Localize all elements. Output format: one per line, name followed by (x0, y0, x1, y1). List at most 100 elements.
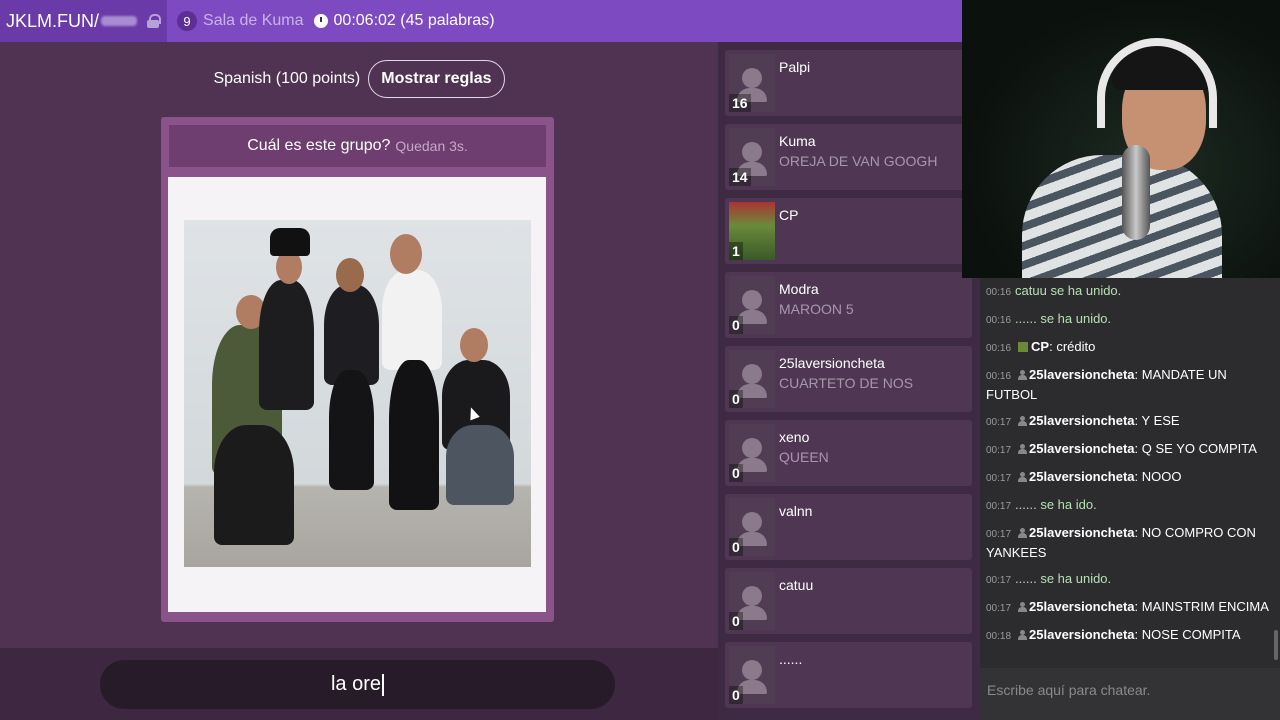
brand-link[interactable]: JKLM.FUN/ (0, 0, 168, 42)
chat-system-text: catuu se ha unido. (1015, 283, 1122, 298)
guess-input[interactable]: la ore (100, 660, 615, 709)
chat-message: 00:16 CP: crédito (986, 339, 1096, 354)
player-name: 25laversioncheta (779, 355, 885, 371)
chat-text: Q SE YO COMPITA (1141, 441, 1257, 456)
chat-message: 00:17 25laversioncheta: MAINSTRIM ENCIMA (986, 599, 1269, 614)
chat-scrollbar[interactable] (1274, 630, 1278, 660)
language-label: Spanish (100 points) (213, 70, 361, 87)
time-remaining: Quedan 3s. (395, 138, 468, 154)
chat-timestamp: 00:17 (986, 575, 1012, 586)
player-card[interactable]: 14 Kuma OREJA DE VAN GOOGH (725, 124, 972, 190)
chat-system-text: ...... se ha unido. (1015, 571, 1112, 586)
player-card[interactable]: 0...... (725, 642, 972, 708)
chat-message: 00:16...... se ha unido. (980, 306, 1280, 334)
chat-timestamp: 00:17 (986, 417, 1012, 428)
player-card[interactable]: 0 xeno QUEEN (725, 420, 972, 486)
chat-timestamp: 00:16 (986, 343, 1012, 354)
player-guess: OREJA DE VAN GOOGH (779, 153, 938, 169)
player-card[interactable]: 16 Palpi (725, 50, 972, 116)
chat-author: 25laversioncheta (1029, 413, 1135, 428)
chat-message: 00:16 25laversioncheta: MANDATE UN FUTBOL (986, 367, 1227, 402)
chat-text: crédito (1056, 339, 1096, 354)
player-score: 0 (729, 538, 743, 556)
chat-author: 25laversioncheta (1029, 599, 1135, 614)
webcam-overlay (962, 0, 1280, 278)
chat-timestamp: 00:16 (986, 371, 1012, 382)
player-score: 0 (729, 316, 743, 334)
player-name: catuu (779, 577, 814, 593)
chat-message: 00:17 25laversioncheta: NO COMPRO CON YAN… (986, 525, 1256, 560)
player-card[interactable]: 0 valnn (725, 494, 972, 560)
band-photo (184, 220, 531, 567)
chat-timestamp: 00:18 (986, 631, 1012, 642)
user-icon (1018, 602, 1028, 612)
chat-system-text: ...... se ha ido. (1015, 497, 1097, 512)
guess-input-bar: la ore (0, 648, 718, 720)
chat-timestamp: 00:17 (986, 529, 1012, 540)
chat-timestamp: 00:16 (986, 315, 1012, 326)
chat-input[interactable]: Escribe aquí para chatear. (980, 668, 1280, 720)
lock-icon (147, 14, 162, 28)
player-card[interactable]: 0 25laversioncheta CUARTETO DE NOS (725, 346, 972, 412)
chat-message: 00:18 25laversioncheta: NOSE COMPITA (986, 627, 1241, 642)
question-header: Cuál es este grupo? Quedan 3s. (169, 125, 546, 167)
chat-message: 00:17 25laversioncheta: NOOO (986, 469, 1182, 484)
chat-author: 25laversioncheta (1029, 627, 1135, 642)
chat-timestamp: 00:17 (986, 473, 1012, 484)
avatar-icon (1018, 342, 1029, 352)
player-score: 16 (729, 94, 751, 112)
chat-author: CP (1031, 339, 1050, 354)
player-score: 0 (729, 612, 743, 630)
chat-text: NOOO (1141, 469, 1182, 484)
chat-message: 00:17 25laversioncheta: Y ESE (986, 413, 1180, 428)
chat-timestamp: 00:17 (986, 603, 1012, 614)
user-icon (1018, 630, 1028, 640)
player-name: Modra (779, 281, 819, 297)
user-icon (1018, 416, 1028, 426)
chat-message: 00:16 catuu se ha unido. (980, 278, 1280, 306)
player-score: 0 (729, 390, 743, 408)
chat-message: 00:17...... se ha unido. (980, 566, 1280, 594)
player-card[interactable]: 0 Modra MAROON 5 (725, 272, 972, 338)
chat-author: 25laversioncheta (1029, 367, 1135, 382)
room-code-redacted (101, 16, 138, 26)
chat-message: 00:17...... se ha ido. (980, 492, 1280, 520)
player-guess: QUEEN (779, 449, 829, 465)
chat-panel: 00:16 catuu se ha unido. 00:16...... se ha… (980, 278, 1280, 720)
player-name: ...... (779, 651, 803, 667)
chat-text: NOSE COMPITA (1141, 627, 1241, 642)
chat-timestamp: 00:17 (986, 445, 1012, 456)
player-name: xeno (779, 429, 810, 445)
room-name: Sala de Kuma (203, 12, 304, 29)
player-score: 0 (729, 686, 743, 704)
chat-timestamp: 00:16 (986, 287, 1012, 298)
player-name: CP (779, 207, 799, 223)
players-list: 16 Palpi 14 Kuma OREJA DE VAN GOOGH 1 CP 0 Modra… (718, 42, 980, 720)
chat-timestamp: 00:17 (986, 501, 1012, 512)
player-card[interactable]: 0 catuu (725, 568, 972, 634)
microphone-icon (1122, 145, 1150, 240)
room-player-count: 9 (177, 11, 198, 31)
player-name: valnn (779, 503, 813, 519)
chat-author: 25laversioncheta (1029, 525, 1135, 540)
game-area: Spanish (100 points) Mostrar reglas Cuál… (0, 42, 718, 648)
chat-text: MAINSTRIM ENCIMA (1141, 599, 1269, 614)
player-name: Kuma (779, 133, 816, 149)
player-score: 14 (729, 168, 751, 186)
chat-system-text: ...... se ha unido. (1015, 311, 1112, 326)
stopwatch-icon (313, 14, 328, 28)
player-card[interactable]: 1 CP (725, 198, 972, 264)
player-guess: CUARTETO DE NOS (779, 375, 914, 391)
guess-value: la ore (330, 673, 382, 695)
show-rules-button[interactable]: Mostrar reglas (368, 60, 505, 98)
chat-message: 00:17 25laversioncheta: Q SE YO COMPITA (986, 441, 1257, 456)
user-icon (1018, 370, 1028, 380)
user-icon (1018, 472, 1028, 482)
chat-log: 00:16 catuu se ha unido. 00:16...... se ha… (980, 278, 1280, 668)
chat-author: 25laversioncheta (1029, 441, 1135, 456)
player-name: Palpi (779, 59, 811, 75)
player-score: 1 (729, 242, 743, 260)
chat-text: Y ESE (1141, 413, 1180, 428)
user-icon (1018, 528, 1028, 538)
photo-frame (168, 177, 546, 612)
